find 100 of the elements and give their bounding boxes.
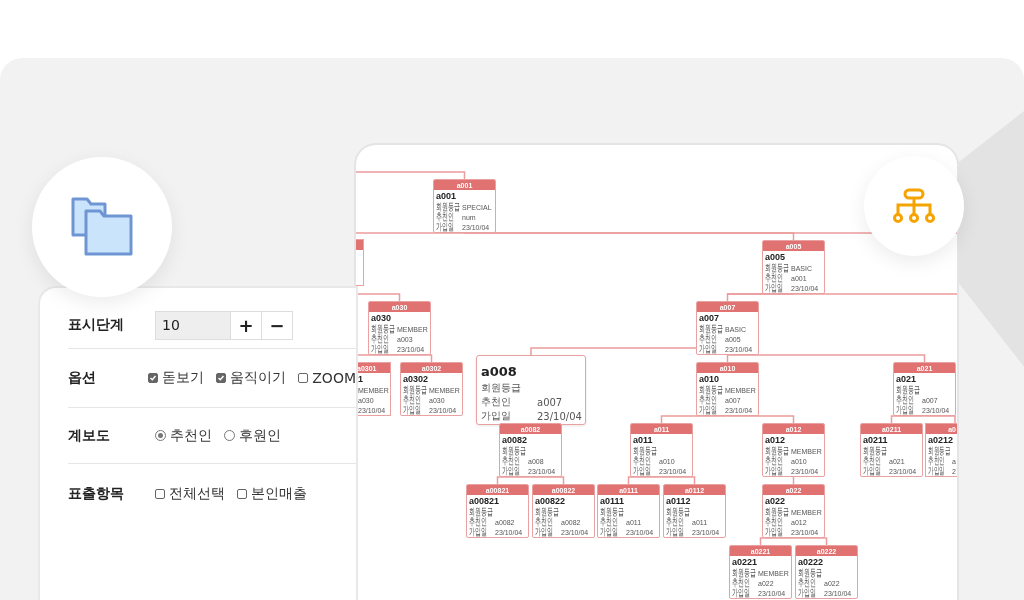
member-id: a005: [765, 252, 787, 263]
field-label: 가입일: [535, 527, 554, 537]
connector-line: [627, 476, 663, 485]
member-id: a011: [633, 435, 654, 446]
radio-option[interactable]: 추천인: [155, 426, 212, 445]
field-label: 추천인: [699, 395, 717, 405]
checkbox[interactable]: [155, 489, 165, 499]
checkbox-option[interactable]: ZOOM: [298, 370, 356, 386]
field-label: 추천인: [502, 456, 520, 466]
member-id: a001: [436, 191, 458, 202]
decrease-button[interactable]: −: [262, 310, 293, 340]
checkbox[interactable]: [216, 373, 227, 383]
member-card[interactable]: [356, 239, 364, 286]
field-label: 추천인: [481, 397, 512, 407]
field-label: 회원등급: [863, 446, 887, 456]
field-label: 회원등급: [765, 507, 789, 517]
field-label: 가입일: [928, 466, 946, 476]
field-label: 회원등급: [436, 202, 460, 212]
field-label: 회원등급: [928, 446, 950, 456]
field-label: 가입일: [666, 527, 685, 537]
option-label: 옵션: [68, 369, 97, 387]
field-label: 추천인: [798, 578, 816, 588]
member-id: a0082: [502, 435, 529, 446]
field-label: 회원등급: [469, 507, 493, 517]
field-label: 추천인: [469, 517, 487, 527]
member-id: a00821: [469, 496, 501, 507]
field-label: 회원등급: [699, 324, 723, 334]
field-label: 가입일: [699, 344, 718, 354]
field-label: 회원등급: [765, 263, 789, 273]
connector-line: [660, 476, 696, 485]
member-id: a0222: [798, 557, 825, 568]
field-label: 추천인: [633, 456, 651, 466]
field-label: 회원등급: [600, 507, 624, 517]
checkbox-option[interactable]: 움직이기: [216, 369, 287, 387]
member-id: a030: [371, 313, 393, 324]
hierarchy-icon: [892, 188, 936, 224]
member-id: a0212: [928, 435, 955, 446]
connector-line: [529, 476, 565, 485]
field-label: 추천인: [371, 334, 389, 344]
member-card[interactable]: a008 회원등급 추천인 a007 가입일 23/10/04: [476, 355, 586, 425]
member-id: a0211: [863, 435, 889, 446]
field-label: 회원등급: [403, 385, 427, 395]
member-id: a022: [765, 496, 787, 507]
field-label: 추천인: [600, 517, 618, 527]
field-label: 추천인: [699, 334, 717, 344]
field-label: 회원등급: [502, 446, 526, 456]
field-label: 추천인: [896, 395, 914, 405]
field-label: 가입일: [633, 466, 652, 476]
field-label: 회원등급: [666, 507, 690, 517]
member-id: a021: [896, 374, 918, 385]
connector-line: [759, 537, 795, 546]
radio-option[interactable]: 후원인: [224, 426, 281, 445]
member-id: a007: [699, 313, 721, 324]
member-id: a010: [699, 374, 721, 385]
option-label: 표시단계: [68, 316, 125, 334]
field-label: 가입일: [798, 588, 817, 598]
field-label: 가입일: [699, 405, 718, 415]
member-id: a0112: [666, 496, 692, 507]
checkbox[interactable]: [298, 373, 309, 383]
member-id: a00822: [535, 496, 567, 507]
member-id: a0302: [403, 374, 430, 385]
member-id: 1: [358, 374, 363, 385]
field-label: 가입일: [896, 405, 915, 415]
field-label: 가입일: [403, 405, 422, 415]
field-label: 추천인: [765, 517, 783, 527]
connector-line: [890, 415, 926, 424]
field-label: 가입일: [732, 588, 751, 598]
checkbox-option[interactable]: 본인매출: [237, 485, 307, 503]
connector-line: [660, 415, 729, 424]
field-value: a007: [537, 396, 563, 408]
field-label: 회원등급: [896, 385, 920, 395]
folders-icon: [70, 195, 134, 259]
field-label: 회원등급: [732, 568, 756, 578]
field-label: 추천인: [666, 517, 684, 527]
option-label: 표출항목: [68, 485, 125, 503]
field-label: 가입일: [765, 466, 784, 476]
field-label: 추천인: [403, 395, 421, 405]
field-label: 회원등급: [765, 446, 789, 456]
checkbox-option[interactable]: 돋보기: [148, 369, 205, 387]
field-label: 추천인: [863, 456, 881, 466]
connector-line: [496, 476, 532, 485]
connector-line: [923, 415, 956, 424]
field-label: 추천인: [765, 456, 783, 466]
checkbox[interactable]: [237, 489, 247, 499]
field-label: 가입일: [765, 527, 784, 537]
field-label: 회원등급: [699, 385, 723, 395]
member-id: a008: [481, 364, 517, 379]
field-label: 회원등급: [535, 507, 559, 517]
checkbox-option[interactable]: 전체선택: [155, 485, 225, 503]
field-label: 추천인: [732, 578, 750, 588]
field-value: 23/10/04: [537, 410, 582, 422]
field-label: 가입일: [765, 283, 784, 293]
field-label: 추천인: [928, 456, 945, 466]
increase-button[interactable]: +: [231, 310, 262, 340]
field-label: 추천인: [535, 517, 553, 527]
level-field[interactable]: 10: [155, 310, 231, 340]
field-label: 추천인: [765, 273, 783, 283]
checkbox[interactable]: [148, 373, 159, 383]
field-label: 회원등급: [633, 446, 657, 456]
field-label: 회원등급: [371, 324, 395, 334]
